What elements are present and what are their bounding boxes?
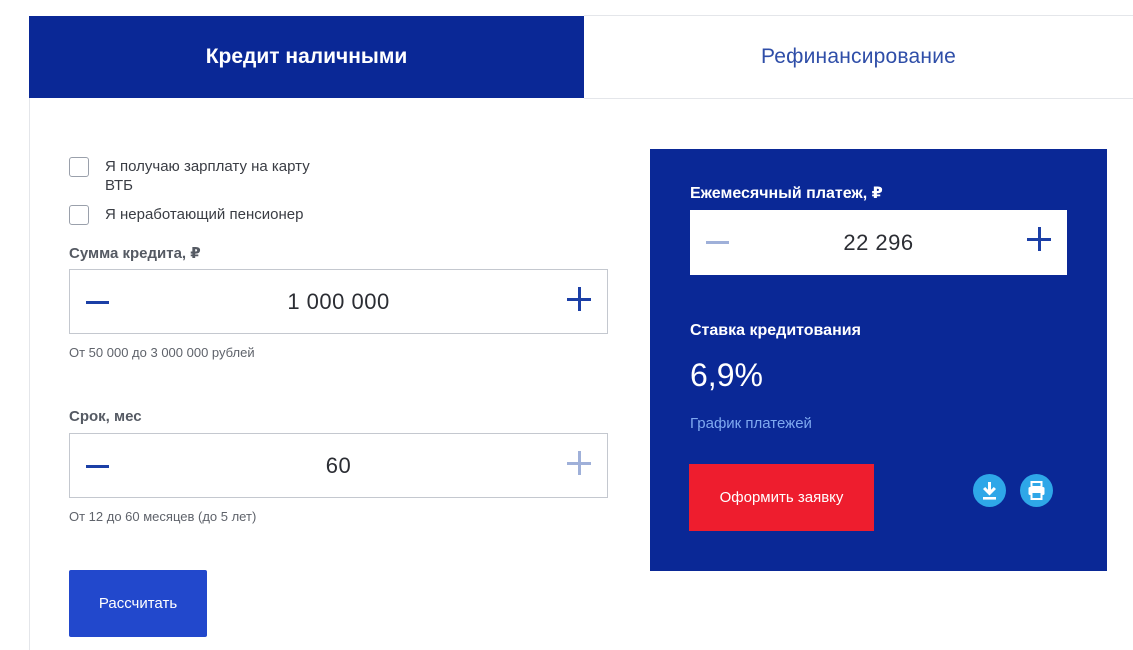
download-icon[interactable] [973, 474, 1006, 507]
salary-card-label-line1: Я получаю зарплату на карту [105, 158, 310, 175]
salary-card-label: Я получаю зарплату на карту ВТБ [105, 157, 310, 195]
loan-amount-stepper[interactable]: 1 000 000 [69, 269, 608, 334]
loan-term-hint: От 12 до 60 месяцев (до 5 лет) [69, 509, 257, 524]
result-panel: Ежемесячный платеж, ₽ 22 296 Ставка кред… [650, 149, 1107, 571]
plus-icon[interactable] [1025, 225, 1053, 255]
monthly-payment-value[interactable]: 22 296 [690, 210, 1067, 275]
loan-term-label: Срок, мес [69, 408, 142, 425]
pensioner-option[interactable]: Я неработающий пенсионер [69, 205, 303, 225]
tab-cash-loan[interactable]: Кредит наличными [29, 16, 584, 98]
salary-card-checkbox[interactable] [69, 157, 89, 177]
tab-refinancing[interactable]: Рефинансирование [584, 16, 1133, 98]
pensioner-checkbox[interactable] [69, 205, 89, 225]
apply-button[interactable]: Оформить заявку [689, 464, 874, 531]
payment-schedule-link[interactable]: График платежей [690, 415, 812, 432]
form-left-border [29, 98, 30, 650]
rate-value: 6,9% [690, 357, 763, 393]
plus-icon[interactable] [565, 449, 593, 479]
minus-icon[interactable] [704, 227, 732, 257]
loan-term-stepper[interactable]: 60 [69, 433, 608, 498]
pensioner-label: Я неработающий пенсионер [105, 206, 304, 223]
loan-amount-hint: От 50 000 до 3 000 000 рублей [69, 345, 255, 360]
tab-bottom-border [584, 98, 1133, 99]
salary-card-option[interactable]: Я получаю зарплату на карту ВТБ [69, 157, 310, 195]
loan-term-value[interactable]: 60 [70, 434, 607, 497]
minus-icon[interactable] [84, 287, 112, 317]
print-icon[interactable] [1020, 474, 1053, 507]
minus-icon[interactable] [84, 451, 112, 481]
monthly-payment-label: Ежемесячный платеж, ₽ [690, 185, 883, 202]
loan-amount-label: Сумма кредита, ₽ [69, 245, 201, 262]
plus-icon[interactable] [565, 285, 593, 315]
calculate-button[interactable]: Рассчитать [69, 570, 207, 637]
loan-amount-value[interactable]: 1 000 000 [70, 270, 607, 333]
rate-label: Ставка кредитования [690, 322, 861, 339]
monthly-payment-stepper[interactable]: 22 296 [690, 210, 1067, 275]
salary-card-label-line2: ВТБ [105, 177, 134, 194]
